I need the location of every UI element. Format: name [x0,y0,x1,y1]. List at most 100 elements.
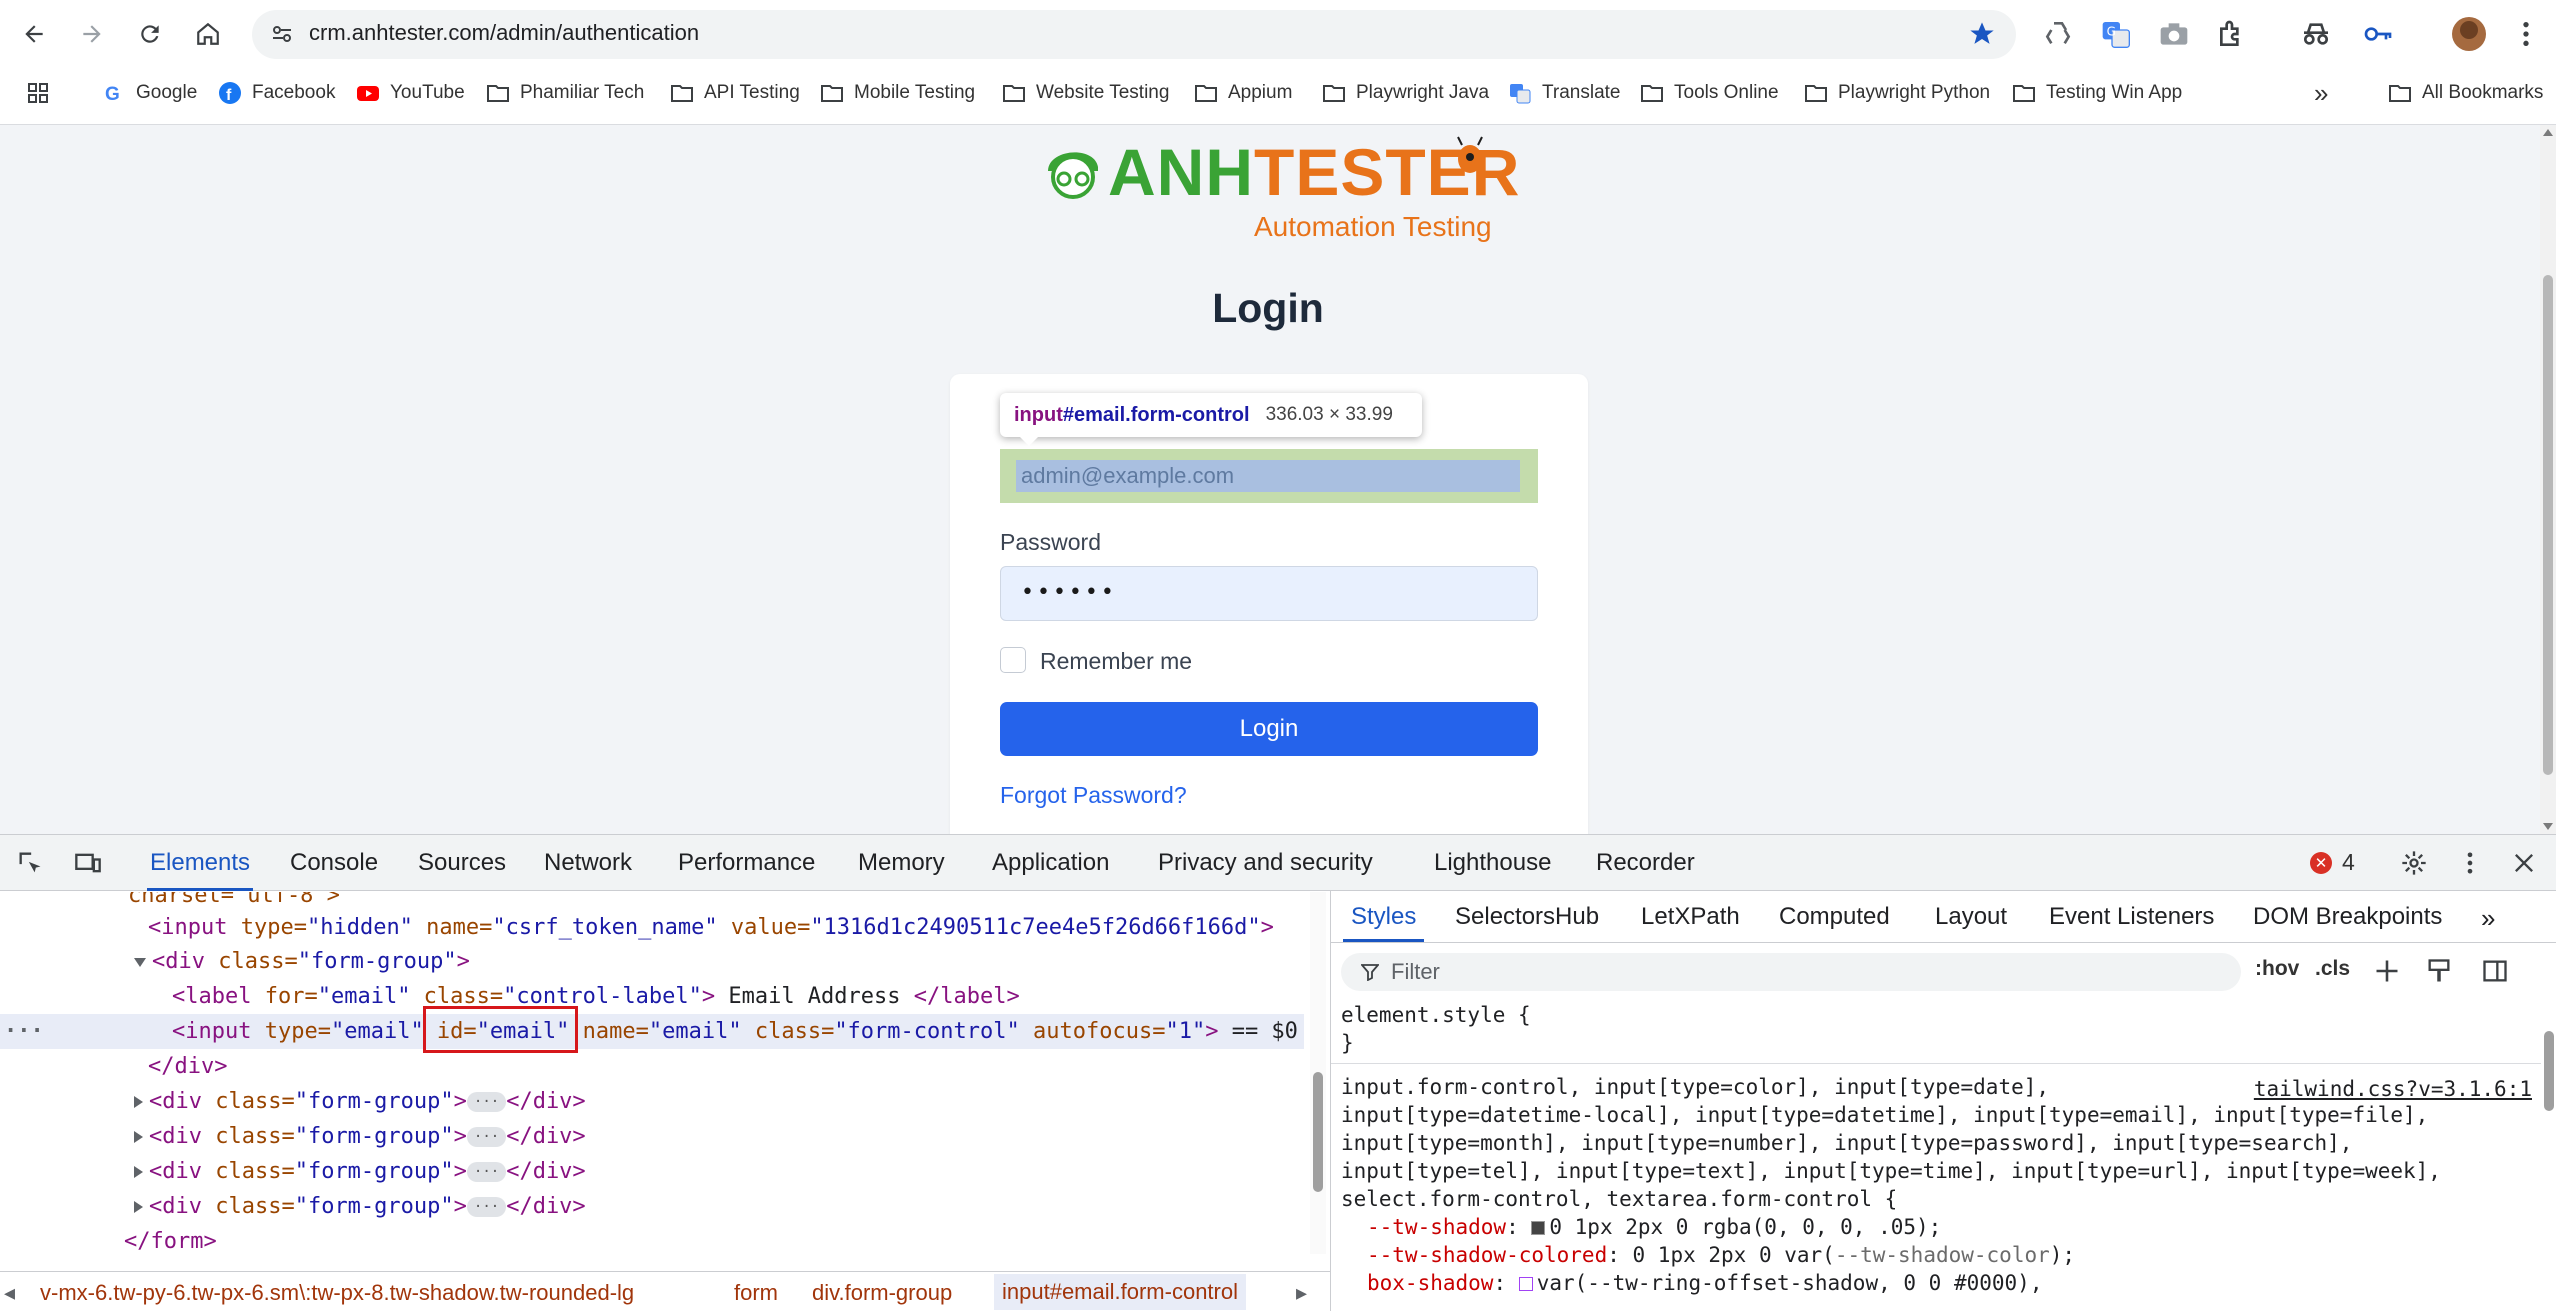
class-toggle[interactable]: .cls [2315,957,2350,981]
bookmark-translate[interactable]: Translate [1508,77,1621,109]
dom-scrollbar[interactable] [1310,892,1326,1254]
dom-line-label[interactable]: <label for="email" class="control-label"… [172,979,1330,1014]
settings-gear-icon[interactable] [2398,847,2430,879]
bookmark-playwright-python[interactable]: Playwright Python [1804,77,1990,109]
login-button[interactable]: Login [1000,702,1538,756]
scroll-down-arrow[interactable] [2543,823,2553,830]
scroll-up-arrow[interactable] [2543,129,2553,136]
all-bookmarks-folder[interactable]: All Bookmarks [2388,77,2543,109]
styles-filter-input[interactable]: Filter [1341,953,2241,991]
dom-line-form-group[interactable]: <div class="form-group"> ··· </div> [134,1154,1330,1189]
css-declaration-tw-shadow[interactable]: --tw-shadow: 0 1px 2px 0 rgba(0, 0, 0, .… [1367,1213,1941,1241]
back-button[interactable] [14,14,54,54]
paint-brush-icon[interactable] [2425,957,2457,989]
breadcrumb-item[interactable]: div.form-group [812,1280,952,1306]
tab-console[interactable]: Console [290,849,378,877]
device-toolbar-icon[interactable] [72,847,104,879]
shadow-editor-icon[interactable] [1518,1277,1533,1291]
expand-triangle-icon[interactable] [134,1201,143,1213]
more-tabs-chevron-icon[interactable]: » [2481,903,2495,934]
password-field[interactable]: •••••• [1000,566,1538,621]
close-devtools-icon[interactable] [2508,847,2540,879]
dom-line-form-close[interactable]: </form> [124,1224,1330,1254]
tab-computed[interactable]: Computed [1779,903,1890,931]
forgot-password-link[interactable]: Forgot Password? [1000,782,1187,809]
expand-triangle-icon[interactable] [134,1166,143,1178]
url-text[interactable]: crm.anhtester.com/admin/authentication [309,20,699,46]
remember-me-label[interactable]: Remember me [1040,648,1192,675]
bookmark-tools-online[interactable]: Tools Online [1640,77,1779,109]
element-style-rule[interactable]: element.style { [1341,1001,1531,1029]
dom-line-form-group[interactable]: <div class="form-group"> ··· </div> [134,1189,1330,1224]
site-info-icon[interactable] [270,22,294,46]
tab-letxpath[interactable]: LetXPath [1641,903,1740,931]
breadcrumb-scroll-right-icon[interactable]: ▸ [1296,1280,1307,1306]
more-bookmarks-button[interactable]: » [2314,77,2328,109]
toggle-sidebar-icon[interactable] [2481,957,2513,989]
bookmark-youtube[interactable]: YouTube [356,77,465,109]
styles-scrollbar-thumb[interactable] [2544,1031,2554,1111]
expand-triangle-icon[interactable] [134,1131,143,1143]
page-scrollbar[interactable] [2540,125,2556,834]
apps-grid-icon[interactable] [26,77,50,109]
bookmark-appium[interactable]: Appium [1194,77,1292,109]
tab-selectorshub[interactable]: SelectorsHub [1455,903,1599,931]
tab-privacy-security[interactable]: Privacy and security [1158,849,1373,877]
address-bar[interactable]: crm.anhtester.com/admin/authentication [252,10,2016,59]
tab-application[interactable]: Application [992,849,1109,877]
dom-scrollbar-thumb[interactable] [1313,1072,1323,1192]
profile-avatar[interactable] [2452,17,2486,51]
css-declaration-tw-shadow-colored[interactable]: --tw-shadow-colored: 0 1px 2px 0 var(--t… [1367,1241,2075,1269]
extensions-puzzle-icon[interactable] [2216,18,2248,50]
tab-network[interactable]: Network [544,849,632,877]
bookmark-facebook[interactable]: f Facebook [218,77,335,109]
dom-line-email-input-selected[interactable]: <input type="email" id="email" name="ema… [0,1014,1304,1049]
dom-line-csrf-input[interactable]: <input type="hidden" name="csrf_token_na… [148,910,1330,945]
expand-triangle-icon[interactable] [134,957,146,967]
color-swatch-icon[interactable] [1531,1221,1546,1235]
css-source-link[interactable]: tailwind.css?v=3.1.6:1 [2254,1077,2532,1101]
tab-styles[interactable]: Styles [1342,903,1425,942]
bookmark-website-testing[interactable]: Website Testing [1002,77,1169,109]
tab-dom-breakpoints[interactable]: DOM Breakpoints [2253,903,2442,931]
bookmark-playwright-java[interactable]: Playwright Java [1322,77,1489,109]
camera-extension-icon[interactable] [2158,18,2190,50]
dom-line-form-group[interactable]: <div class="form-group"> ··· </div> [134,1084,1330,1119]
bookmark-google[interactable]: G Google [102,77,197,109]
scrollbar-thumb[interactable] [2543,275,2553,775]
error-count-badge[interactable]: ✕ 4 [2310,849,2355,876]
tab-recorder[interactable]: Recorder [1596,849,1695,877]
recycle-extension-icon[interactable] [2042,18,2074,50]
translate-extension-icon[interactable]: G [2100,18,2132,50]
tab-event-listeners[interactable]: Event Listeners [2049,903,2214,931]
add-rule-plus-icon[interactable] [2373,957,2405,989]
forward-button[interactable] [72,14,112,54]
tab-lighthouse[interactable]: Lighthouse [1434,849,1551,877]
tab-memory[interactable]: Memory [858,849,945,877]
incognito-icon[interactable] [2300,18,2332,50]
dom-line-form-group[interactable]: <div class="form-group"> ··· </div> [134,1119,1330,1154]
dom-line-div-close[interactable]: </div> [148,1049,1330,1084]
password-key-icon[interactable] [2362,18,2394,50]
breadcrumb-item-active[interactable]: input#email.form-control [994,1274,1246,1310]
bookmark-mobile-testing[interactable]: Mobile Testing [820,77,975,109]
remember-me-checkbox[interactable] [1000,647,1026,673]
bookmark-api-testing[interactable]: API Testing [670,77,800,109]
hover-state-toggle[interactable]: :hov [2255,957,2299,981]
breadcrumb-item[interactable]: v-mx-6.tw-py-6.tw-px-6.sm\:tw-px-8.tw-sh… [40,1280,634,1306]
tab-sources[interactable]: Sources [418,849,506,877]
tab-layout[interactable]: Layout [1935,903,2007,931]
bookmark-star-icon[interactable] [1968,20,1996,48]
dom-line-form-group[interactable]: <div class="form-group"> [134,944,1330,979]
tab-performance[interactable]: Performance [678,849,815,877]
tab-elements[interactable]: Elements [146,849,254,891]
css-declaration-box-shadow[interactable]: box-shadow: var(--tw-ring-offset-shadow,… [1367,1269,2042,1297]
devtools-menu-icon[interactable] [2454,847,2486,879]
expand-triangle-icon[interactable] [134,1096,143,1108]
home-button[interactable] [188,14,228,54]
styles-scrollbar[interactable] [2541,991,2556,1311]
breadcrumb-item[interactable]: form [734,1280,778,1306]
breadcrumb-scroll-left-icon[interactable]: ◂ [4,1280,15,1306]
bookmark-testing-win-app[interactable]: Testing Win App [2012,77,2182,109]
email-field[interactable]: admin@example.com [1000,449,1538,503]
